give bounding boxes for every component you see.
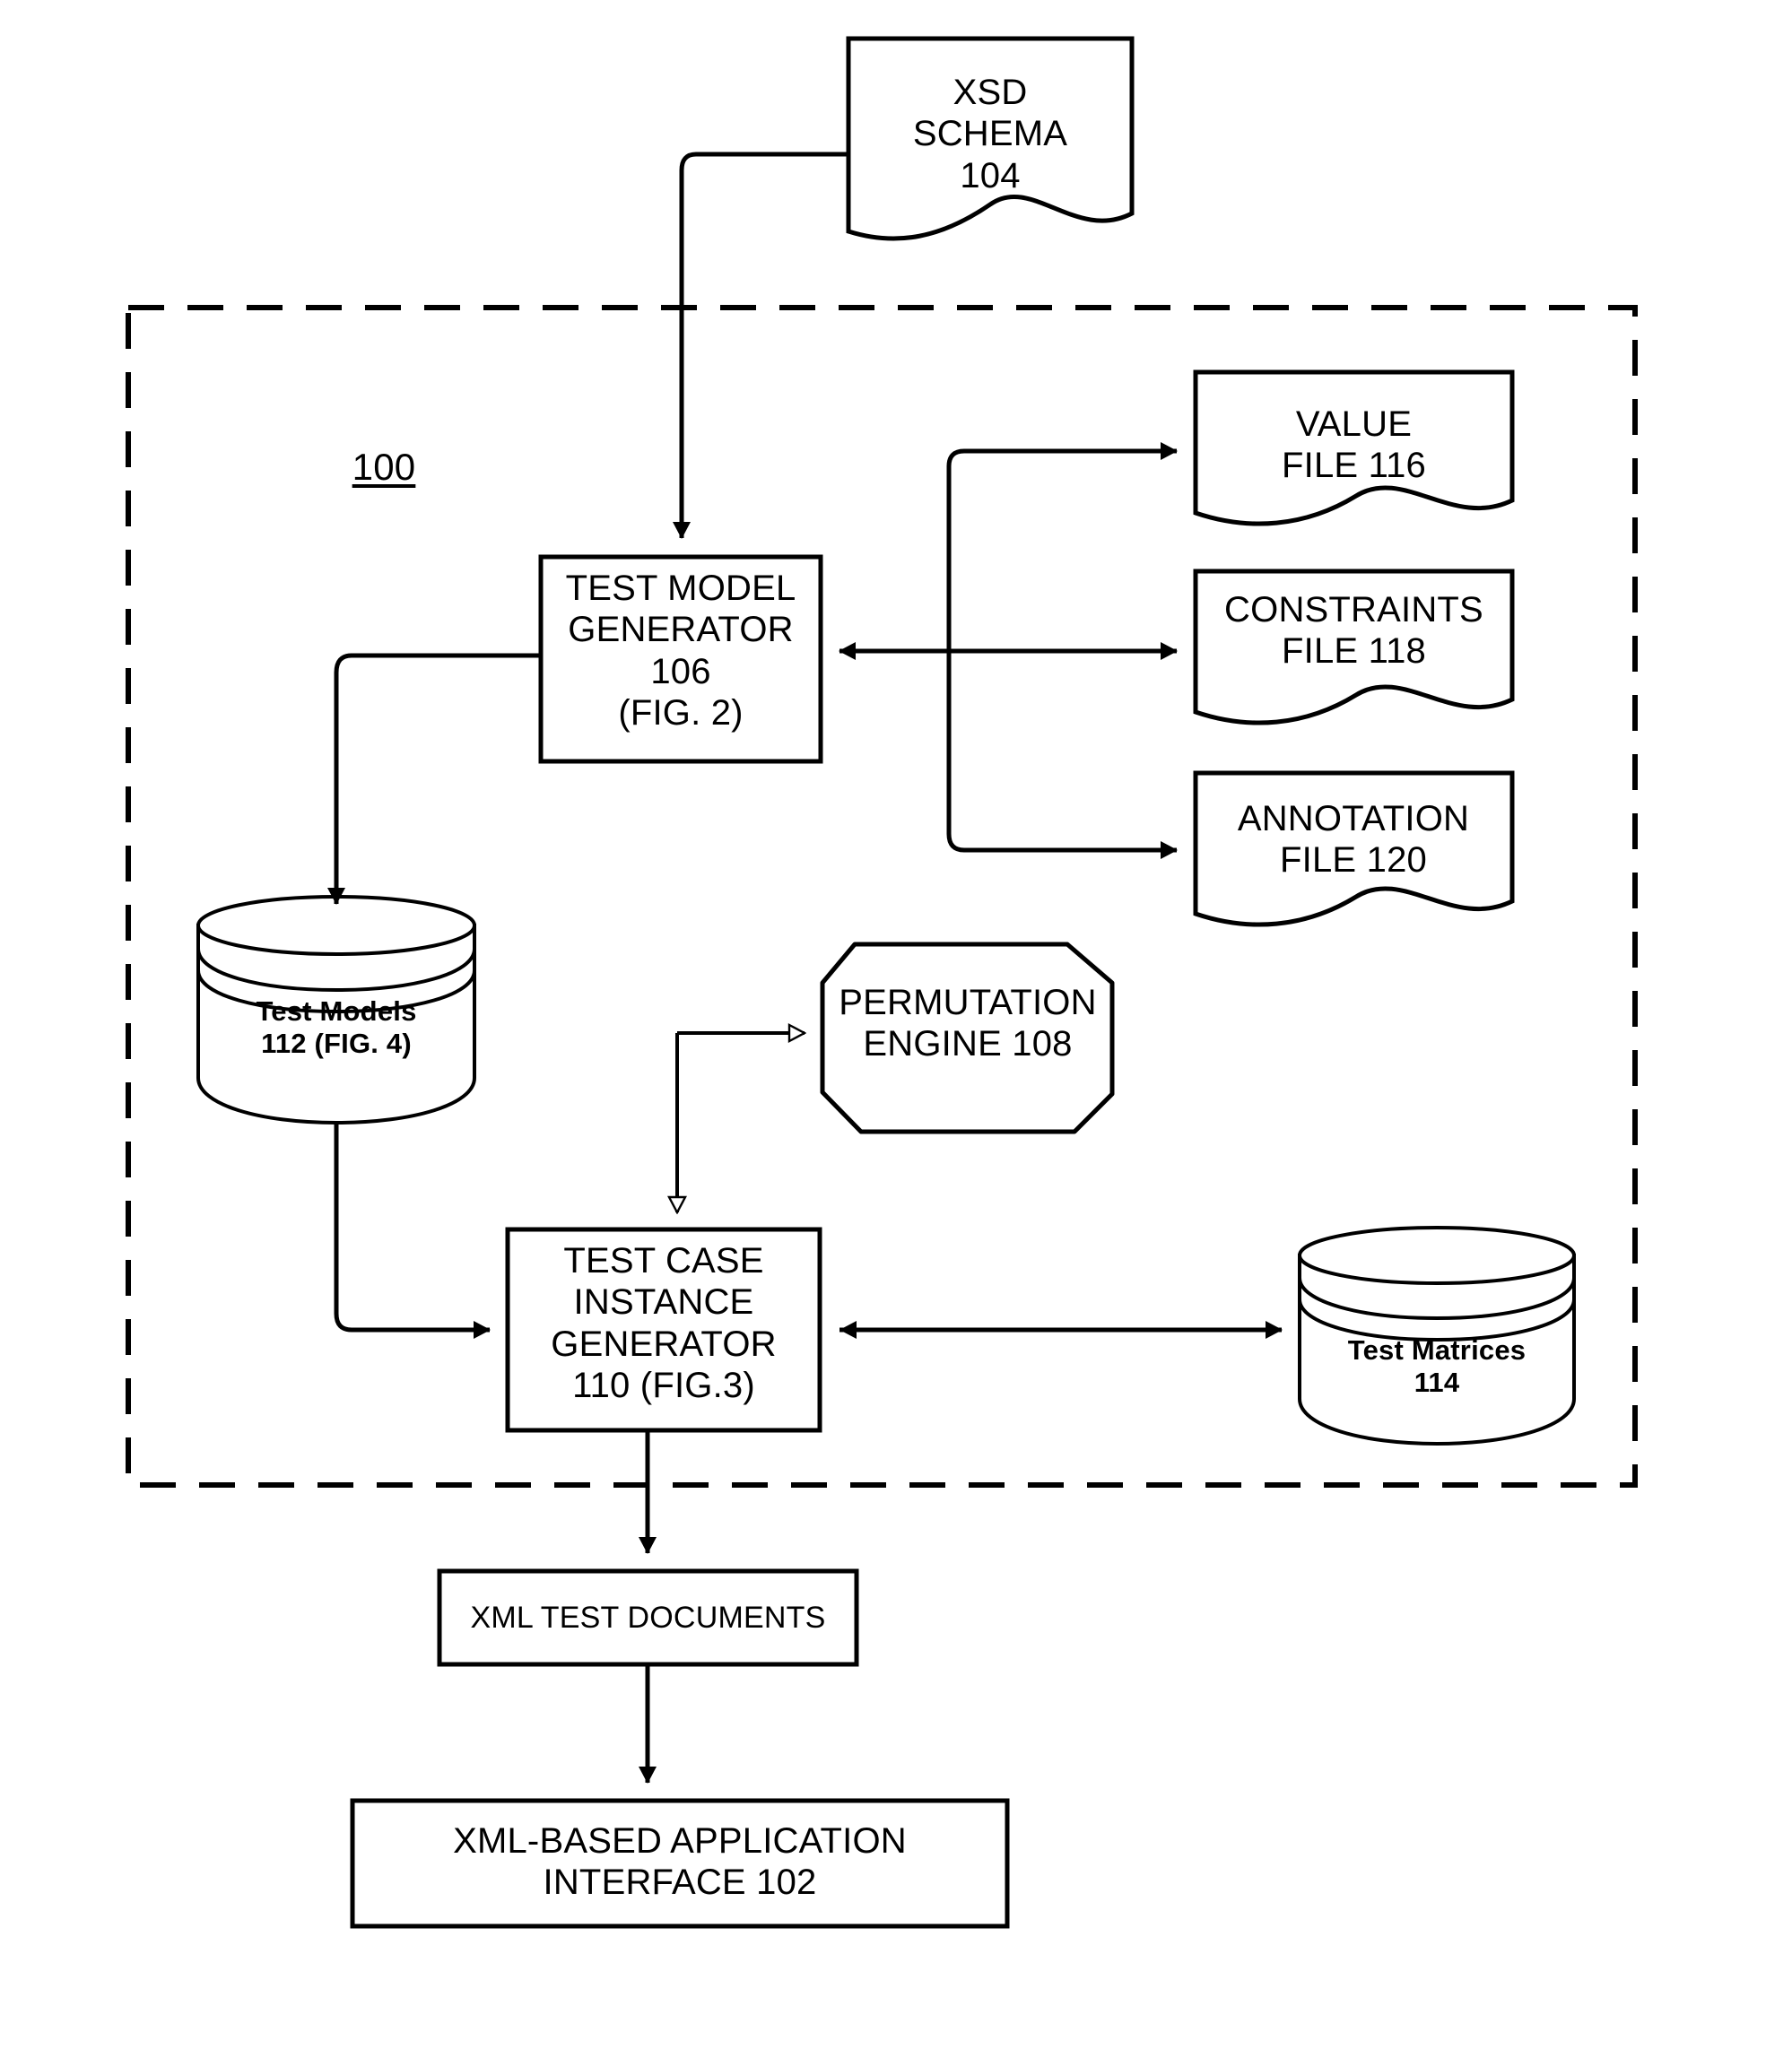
edge-test-models-db-to-test-case-generator [334,1123,491,1339]
diagram-canvas [126,36,1638,1929]
xsd-schema-shape [846,36,1135,241]
xml-test-documents-shape [437,1568,859,1667]
value-file-shape [1193,369,1515,526]
test-case-instance-generator-shape [505,1227,822,1433]
edge-branch-to-value-file [946,442,1178,651]
test-models-db-shape [196,895,476,1125]
xml-based-application-interface-shape [350,1798,1010,1929]
permutation-engine-shape [820,942,1115,1134]
edge-test-model-generator-to-test-models-db [327,653,541,905]
edge-branch-to-annotation-file [946,651,1178,859]
test-model-generator-shape [538,554,823,764]
patent-figure: 100 XSD SCHEMA 104 TEST MODEL GENERATOR … [0,0,1792,2058]
test-matrices-db-shape [1298,1226,1576,1446]
edge-xsd-schema-to-test-model-generator [673,152,848,539]
constraints-file-shape [1193,569,1515,725]
annotation-file-shape [1193,770,1515,927]
